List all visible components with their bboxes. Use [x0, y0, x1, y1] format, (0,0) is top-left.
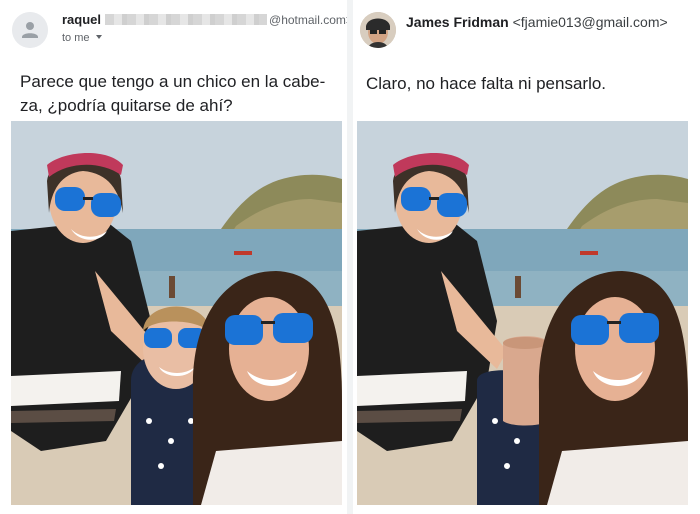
attached-photo-original[interactable]: [11, 121, 342, 505]
message-body: Claro, no hace falta ni pensarlo.: [366, 74, 607, 93]
attached-photo-edited[interactable]: [357, 121, 688, 505]
person-icon[interactable]: [12, 12, 48, 48]
chevron-down-icon: [95, 35, 102, 39]
sender-line: James Fridman <fjamie013@gmail.com>: [406, 14, 668, 30]
original-email-pane: raquel @hotmail.com> to me Parece que ten…: [0, 0, 353, 514]
sender-email: <fjamie013@gmail.com>: [512, 14, 668, 30]
message-line-1: Parece que tengo a un chico en la cabe-: [20, 72, 326, 91]
pane-divider: [347, 0, 353, 514]
recipient-label: to me: [62, 32, 90, 44]
sender-name[interactable]: James Fridman: [406, 14, 509, 30]
sender-name[interactable]: raquel: [62, 12, 101, 27]
sender-line: raquel @hotmail.com>: [62, 12, 353, 27]
sender-email: @hotmail.com>: [269, 13, 353, 27]
email-header: James Fridman <fjamie013@gmail.com>: [354, 0, 700, 54]
email-header: raquel @hotmail.com> to me: [0, 0, 353, 54]
recipient-dropdown[interactable]: to me: [62, 32, 102, 44]
message-line-2: za, ¿podría quitarse de ahí?: [20, 96, 233, 115]
reply-email-pane: James Fridman <fjamie013@gmail.com> Clar…: [354, 0, 700, 514]
message-body: Parece que tengo a un chico en la cabe- …: [20, 70, 342, 118]
redacted-email-bar: [105, 14, 268, 25]
avatar[interactable]: [360, 12, 396, 48]
